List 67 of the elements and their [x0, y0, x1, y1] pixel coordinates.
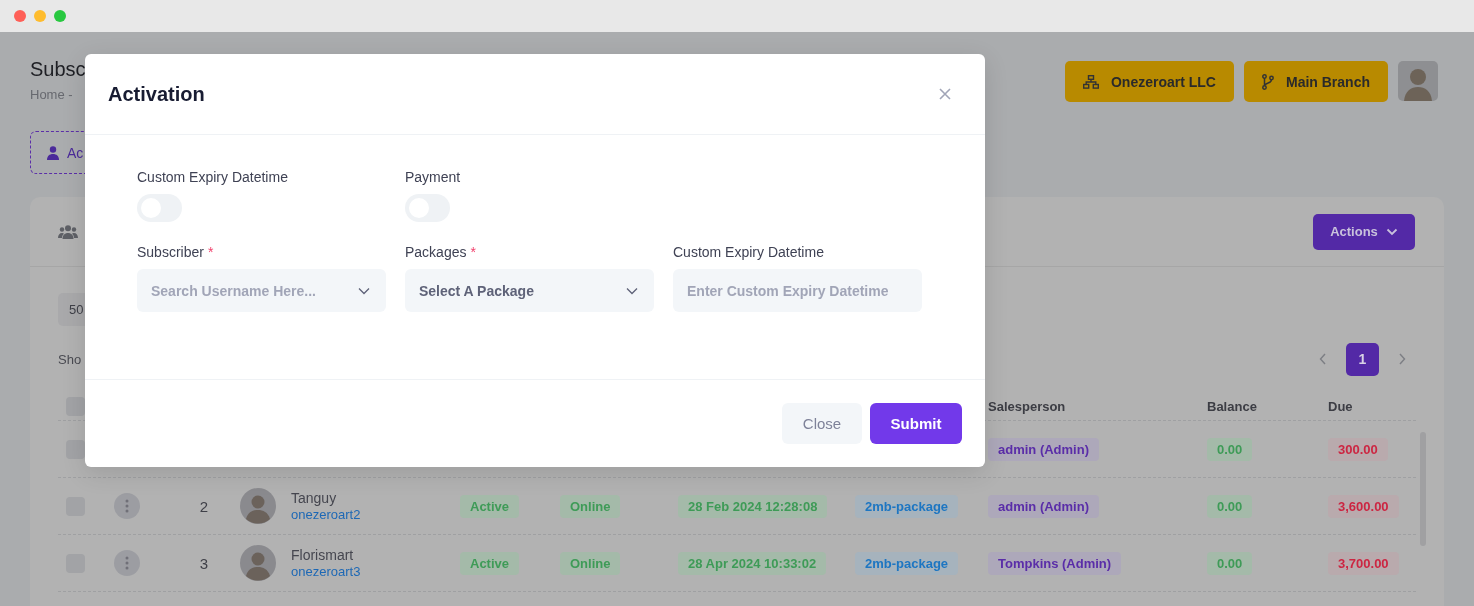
balance-badge: 0.00 [1207, 437, 1253, 461]
maximize-window-icon[interactable] [54, 10, 66, 22]
avatar-icon [240, 488, 276, 524]
close-icon[interactable] [938, 87, 952, 101]
select-field[interactable]: Select A Package [405, 269, 654, 312]
column-header[interactable]: Due [1328, 399, 1353, 414]
chevron-down-icon [1385, 227, 1398, 236]
balance-badge: 0.00 [1207, 494, 1253, 518]
required-mark: * [470, 244, 476, 260]
row-checkbox[interactable] [66, 439, 85, 459]
breadcrumb: Home - [30, 87, 74, 102]
subscriber-name: Tanguy [291, 490, 338, 506]
field-label: Packages [405, 244, 467, 260]
row-number: 3 [199, 554, 209, 572]
subscriber-name: Florismart [291, 547, 355, 563]
branch-icon [1262, 73, 1274, 90]
submit-button[interactable]: Submit [870, 403, 962, 444]
actions-button[interactable]: Actions [1313, 213, 1415, 250]
dialog-title: Activation [108, 82, 205, 106]
due-badge: 3,600.00 [1328, 494, 1399, 518]
dots-vertical-icon [125, 556, 129, 570]
toggle-label: Payment [405, 169, 462, 185]
company-button[interactable]: Onezeroart LLC [1064, 61, 1234, 102]
package-badge: 2mb-package [855, 494, 959, 518]
status-badge: Active [460, 551, 520, 575]
avatar-icon [240, 545, 276, 581]
chevron-down-icon [358, 286, 370, 295]
close-window-icon[interactable] [14, 10, 26, 22]
username-link[interactable]: onezeroart3 [291, 564, 361, 579]
dots-vertical-icon [125, 499, 129, 513]
username-link[interactable]: onezeroart2 [291, 507, 361, 522]
network-icon [1082, 74, 1099, 89]
connection-badge: Online [560, 551, 621, 575]
salesperson-badge: admin (Admin) [988, 437, 1099, 461]
balance-badge: 0.00 [1207, 551, 1253, 575]
select-all-checkbox[interactable] [66, 397, 85, 416]
datetime-input-field[interactable]: Enter Custom Expiry Datetime [673, 269, 922, 312]
user-icon [47, 145, 59, 160]
status-badge: Active [460, 494, 520, 518]
row-menu-button[interactable] [114, 493, 140, 519]
due-badge: 300.00 [1328, 437, 1388, 461]
expiry-badge: 28 Apr 2024 10:33:02 [678, 551, 827, 575]
column-header[interactable]: Salesperson [988, 399, 1066, 414]
column-header[interactable]: Balance [1207, 399, 1257, 414]
chevron-down-icon [626, 286, 638, 295]
required-mark: * [207, 244, 214, 260]
previous-page-icon[interactable] [1318, 352, 1328, 366]
row-menu-button[interactable] [114, 550, 140, 576]
next-page-icon[interactable] [1397, 352, 1407, 366]
row-number: 2 [199, 497, 209, 515]
users-icon [58, 224, 78, 239]
user-avatar[interactable] [1398, 61, 1438, 101]
salesperson-badge: admin (Admin) [988, 494, 1099, 518]
due-badge: 3,700.00 [1328, 551, 1399, 575]
close-button[interactable]: Close [782, 403, 862, 444]
connection-badge: Online [560, 494, 621, 518]
expiry-badge: 28 Feb 2024 12:28:08 [678, 494, 828, 518]
toggle-label: Custom Expiry Datetime [137, 169, 289, 185]
showing-text: Sho [58, 351, 82, 367]
field-label: Subscriber [137, 244, 204, 260]
page-title: Subsc [30, 58, 86, 81]
branch-button[interactable]: Main Branch [1244, 61, 1388, 102]
minimize-window-icon[interactable] [34, 10, 46, 22]
page-button[interactable]: 1 [1346, 342, 1379, 376]
package-badge: 2mb-package [855, 551, 959, 575]
field-label: Custom Expiry Datetime [673, 244, 824, 260]
salesperson-badge: Tompkins (Admin) [988, 551, 1122, 575]
